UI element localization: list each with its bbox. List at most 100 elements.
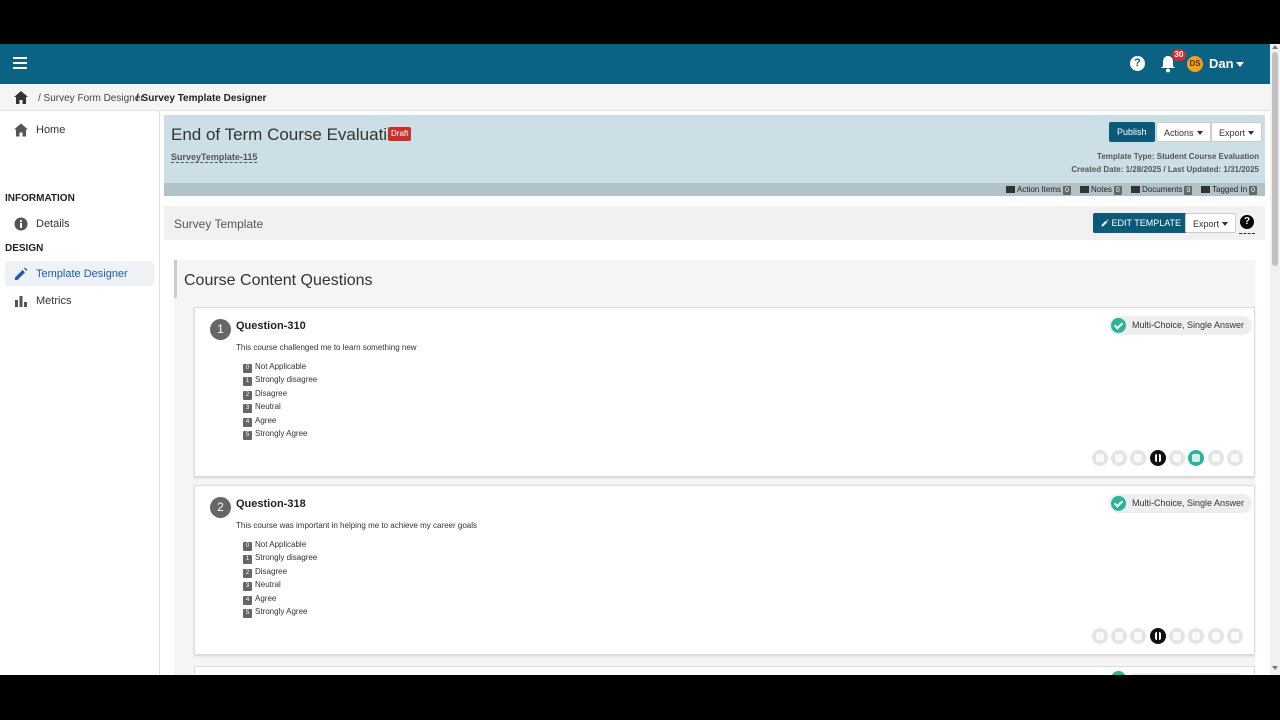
comment-icon[interactable] <box>1111 450 1127 466</box>
option-index: 2 <box>243 391 252 400</box>
avatar[interactable]: DS <box>1187 56 1203 72</box>
template-type: Template Type: Student Course Evaluation <box>1097 152 1259 161</box>
user-icon[interactable] <box>1227 628 1243 644</box>
option-index: 0 <box>243 364 252 373</box>
option-label: Strongly Agree <box>255 607 308 616</box>
pencil-icon <box>1101 219 1109 227</box>
home-icon[interactable] <box>14 91 28 104</box>
option-label: Strongly disagree <box>255 553 318 562</box>
edit-template-button[interactable]: EDIT TEMPLATE <box>1093 213 1190 233</box>
edit-template-label: EDIT TEMPLATE <box>1111 218 1182 228</box>
folder-icon <box>1131 186 1140 193</box>
hamburger-menu-icon[interactable] <box>13 57 27 69</box>
check-circle-icon <box>1111 496 1126 511</box>
option-label: Strongly disagree <box>255 375 318 384</box>
tag-documents[interactable]: Documents 0 <box>1131 184 1193 195</box>
link-icon[interactable] <box>1130 450 1146 466</box>
breadcrumb: / Survey Form Designer / Survey Template… <box>0 84 1270 111</box>
publish-button[interactable]: Publish <box>1109 122 1155 142</box>
option-label: Neutral <box>255 580 281 589</box>
answer-option: 4 Agree <box>243 416 276 427</box>
breadcrumb-survey-template-designer: / Survey Template Designer <box>136 93 267 104</box>
user-icon[interactable] <box>1227 450 1243 466</box>
status-badge: Draft <box>388 127 412 141</box>
question-name: Question-310 <box>236 320 306 332</box>
header-export-dropdown-button[interactable]: Export <box>1211 122 1263 142</box>
sidebar: Home INFORMATION Details DESIGN Template… <box>0 111 160 675</box>
sidebar-section-design: DESIGN <box>5 243 44 254</box>
list-icon <box>1006 186 1015 193</box>
user-menu[interactable]: Dan <box>1209 56 1234 71</box>
sort-icon[interactable] <box>1150 450 1166 466</box>
actions-dropdown-button[interactable]: Actions <box>1156 122 1211 142</box>
chart-icon[interactable] <box>1208 450 1224 466</box>
sidebar-item-label: Template Designer <box>36 268 128 280</box>
chart-icon[interactable] <box>1208 628 1224 644</box>
check-circle-icon <box>1111 318 1126 333</box>
page-title: End of Term Course Evaluation <box>171 125 406 144</box>
chevron-down-icon[interactable] <box>1236 62 1244 67</box>
notification-count-badge: 30 <box>1172 49 1186 61</box>
sidebar-item-template-designer[interactable]: Template Designer <box>5 261 154 286</box>
option-index: 5 <box>243 609 252 618</box>
app-screen: ? 30 DS Dan / Survey Form Designer / Sur… <box>0 44 1280 675</box>
sort-icon[interactable] <box>1150 628 1166 644</box>
template-id-link[interactable]: SurveyTemplate-115 <box>171 152 258 163</box>
export-label: Export <box>1219 128 1246 138</box>
option-index: 5 <box>243 431 252 440</box>
tag-count: 0 <box>1113 186 1122 195</box>
option-index: 1 <box>243 555 252 564</box>
tag-label: Documents <box>1142 185 1183 194</box>
option-index: 4 <box>243 418 252 427</box>
survey-export-dropdown-button[interactable]: Export <box>1185 213 1237 233</box>
template-dates: Created Date: 1/28/2025 / Last Updated: … <box>1071 165 1259 174</box>
document-icon[interactable] <box>1188 628 1204 644</box>
question-actions <box>1092 450 1252 466</box>
letterbox-bottom <box>0 675 1280 720</box>
share-icon[interactable] <box>1169 450 1185 466</box>
option-label: Disagree <box>255 389 288 398</box>
tag-action-items[interactable]: Action Items 0 <box>1006 184 1071 195</box>
share-icon[interactable] <box>1169 628 1185 644</box>
chevron-down-icon <box>1222 222 1229 226</box>
scroll-thumb[interactable] <box>1272 52 1278 266</box>
link-icon[interactable] <box>1130 628 1146 644</box>
scroll-up-arrow-icon[interactable] <box>1272 45 1278 49</box>
option-label: Strongly Agree <box>255 429 308 438</box>
sidebar-item-home[interactable]: Home <box>5 117 154 142</box>
section-title: Course Content Questions <box>184 272 373 289</box>
question-text: This course challenged me to learn somet… <box>236 343 417 352</box>
asterisk-icon[interactable] <box>1092 628 1108 644</box>
scroll-down-arrow-icon[interactable] <box>1272 666 1278 670</box>
tag-notes[interactable]: Notes 0 <box>1080 184 1122 195</box>
sidebar-item-details[interactable]: Details <box>5 211 154 236</box>
tag-label: Tagged In <box>1212 185 1248 194</box>
help-icon[interactable]: ? <box>1240 215 1254 229</box>
comment-icon[interactable] <box>1111 628 1127 644</box>
question-type-badge: Multi-Choice, Single Answer <box>1109 316 1253 335</box>
question-type-badge: Multi-Choice, Single Answer <box>1109 494 1253 513</box>
export-label: Export <box>1193 219 1220 229</box>
question-card <box>194 666 1255 675</box>
question-card: 1 Question-310 This course challenged me… <box>194 307 1255 477</box>
vertical-scrollbar[interactable] <box>1270 44 1280 675</box>
tag-count: 0 <box>1249 186 1258 195</box>
option-label: Not Applicable <box>255 362 307 371</box>
option-index: 1 <box>243 377 252 386</box>
option-label: Agree <box>255 416 277 425</box>
option-label: Neutral <box>255 402 281 411</box>
tag-tagged-in[interactable]: Tagged In 0 <box>1201 184 1258 195</box>
sidebar-item-label: Home <box>36 124 66 136</box>
option-label: Disagree <box>255 567 288 576</box>
asterisk-icon[interactable] <box>1092 450 1108 466</box>
breadcrumb-survey-form-designer[interactable]: / Survey Form Designer <box>38 93 144 104</box>
sidebar-item-metrics[interactable]: Metrics <box>5 288 154 313</box>
help-icon[interactable]: ? <box>1130 56 1145 71</box>
question-name: Question-318 <box>236 498 306 510</box>
home-icon <box>14 123 28 137</box>
info-icon <box>14 217 28 231</box>
option-label: Not Applicable <box>255 540 307 549</box>
answer-option: 2 Disagree <box>243 567 287 578</box>
section-header: Course Content Questions <box>174 260 1255 298</box>
document-icon[interactable] <box>1188 450 1204 466</box>
